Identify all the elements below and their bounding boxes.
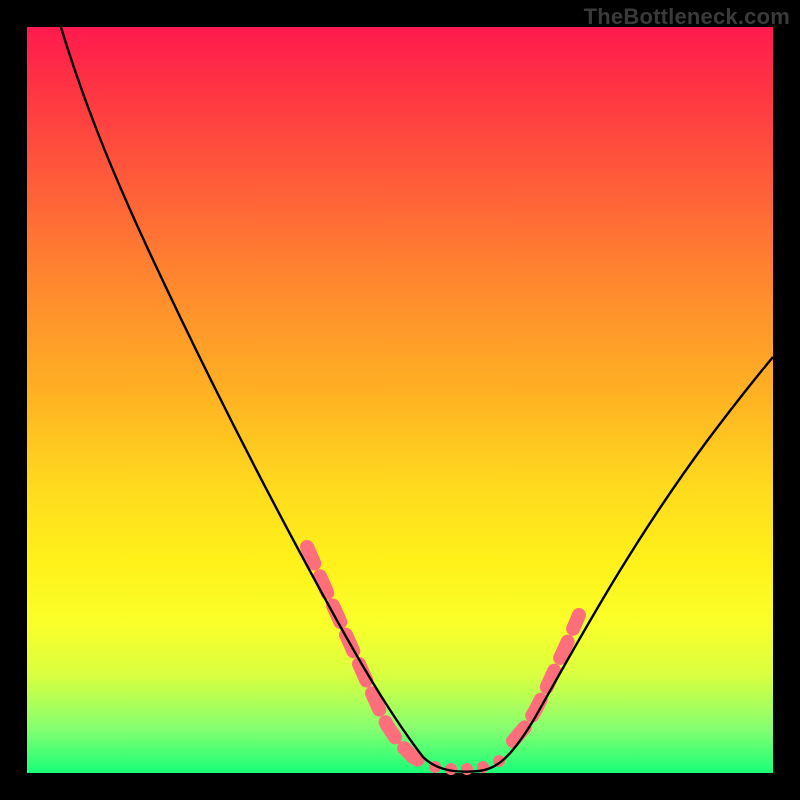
highlight-segment-right xyxy=(513,615,579,741)
chart-frame: TheBottleneck.com xyxy=(0,0,800,800)
curve-layer xyxy=(27,27,773,773)
highlight-segment-left xyxy=(307,547,427,765)
bottleneck-curve xyxy=(59,21,773,772)
watermark-text: TheBottleneck.com xyxy=(584,4,790,30)
plot-area xyxy=(27,27,773,773)
